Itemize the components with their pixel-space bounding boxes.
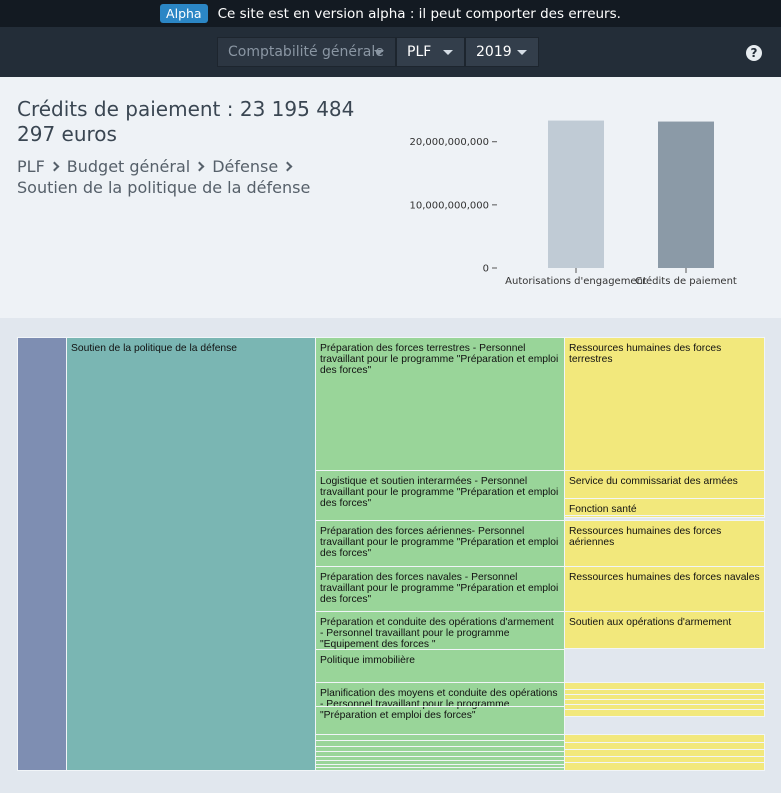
year-select-value: 2019 <box>476 44 512 60</box>
chevron-down-icon <box>517 50 527 55</box>
treemap-action-label: Préparation et conduite des opérations d… <box>320 617 554 650</box>
treemap-action-label: Préparation des forces aériennes- Person… <box>320 526 559 559</box>
treemap-sub-label: Ressources humaines des forces aériennes <box>569 526 722 548</box>
treemap-action-cell[interactable]: Logistique et soutien interarmées - Pers… <box>315 470 565 521</box>
treemap-divider <box>315 764 565 765</box>
treemap-sub-cell[interactable]: Fonction santé <box>564 498 765 516</box>
breadcrumb-item-program: Soutien de la politique de la défense <box>17 178 311 197</box>
treemap-sub-cell[interactable]: Soutien aux opérations d'armement <box>564 611 765 649</box>
treemap-action-cell[interactable]: Préparation des forces navales - Personn… <box>315 566 565 612</box>
chart-bar <box>658 121 714 269</box>
treemap-sub-cell[interactable]: Ressources humaines des forces navales <box>564 566 765 612</box>
treemap-sub-cell[interactable]: Ressources humaines des forces terrestre… <box>564 337 765 471</box>
treemap-divider <box>315 756 565 757</box>
chart-bar <box>548 120 604 268</box>
treemap-sub-cell[interactable] <box>564 515 765 518</box>
treemap-sub-label: Ressources humaines des forces navales <box>569 572 760 583</box>
treemap-action-cell[interactable]: Préparation des forces terrestres - Pers… <box>315 337 565 471</box>
treemap-divider <box>315 740 565 741</box>
treemap-divider <box>564 689 765 690</box>
year-select[interactable]: 2019 <box>465 37 539 67</box>
treemap-sub-cell[interactable]: Ressources humaines des forces aériennes <box>564 520 765 567</box>
treemap-action-cell[interactable]: Préparation des forces aériennes- Person… <box>315 520 565 567</box>
breadcrumb-item-mission[interactable]: Défense <box>212 157 278 176</box>
treemap-sub-label: Service du commissariat des armées <box>569 476 738 487</box>
plf-select-value: PLF <box>407 44 432 60</box>
treemap-sub-label: Ressources humaines des forces terrestre… <box>569 343 722 365</box>
x-tick-label: Crédits de paiement <box>635 275 737 287</box>
chevron-right-icon <box>282 161 293 172</box>
treemap-divider <box>564 762 765 763</box>
treemap-sub-label: Fonction santé <box>569 504 637 515</box>
treemap-divider <box>564 694 765 695</box>
credits-bar-chart: 0 10,000,000,000 20,000,000,000 Autorisatio… <box>409 120 737 287</box>
treemap-divider <box>315 706 565 707</box>
help-icon[interactable]: ? <box>746 45 762 61</box>
y-tick-label: 0 <box>483 264 489 275</box>
breadcrumb: PLF Budget général Défense Soutien de la po… <box>17 156 377 198</box>
accounting-select-value: Comptabilité générale <box>228 44 384 60</box>
treemap-action-label: Préparation des forces navales - Personn… <box>320 572 559 605</box>
chevron-right-icon <box>194 161 205 172</box>
treemap-divider <box>564 704 765 705</box>
chevron-right-icon <box>49 161 60 172</box>
treemap-divider <box>315 767 565 768</box>
treemap-action-cell[interactable]: Préparation et conduite des opérations d… <box>315 611 565 650</box>
treemap-root-cell[interactable] <box>17 337 67 771</box>
treemap-divider <box>315 751 565 752</box>
treemap-divider <box>564 756 765 757</box>
treemap-sub-label: Soutien aux opérations d'armement <box>569 617 732 628</box>
treemap-program-cell[interactable]: Soutien de la politique de la défense <box>66 337 316 771</box>
top-nav: Comptabilité générale PLF 2019 <box>0 27 781 77</box>
budget-treemap: Soutien de la politique de la défense Pr… <box>17 337 765 771</box>
treemap-action-cell[interactable]: Planification des moyens et conduite des… <box>315 682 565 771</box>
treemap-divider <box>564 699 765 700</box>
y-tick-label: 10,000,000,000 <box>409 200 489 211</box>
y-tick-label: 20,000,000,000 <box>409 137 489 148</box>
treemap-program-label: Soutien de la politique de la défense <box>71 343 238 354</box>
accounting-select[interactable]: Comptabilité générale <box>217 37 396 67</box>
alpha-message: Ce site est en version alpha : il peut c… <box>217 5 621 22</box>
treemap-sub-cell[interactable]: Service du commissariat des armées <box>564 470 765 499</box>
breadcrumb-item-budget[interactable]: Budget général <box>67 157 190 176</box>
treemap-action-label: Planification des moyens et conduite des… <box>320 688 558 721</box>
treemap-action-label: Préparation des forces terrestres - Pers… <box>320 343 559 376</box>
treemap-divider <box>564 749 765 750</box>
treemap-divider <box>564 742 765 743</box>
treemap-sub-cell[interactable] <box>564 734 765 771</box>
treemap-divider <box>315 760 565 761</box>
treemap-divider <box>315 734 565 735</box>
treemap-action-label: Logistique et soutien interarmées - Pers… <box>320 476 559 509</box>
breadcrumb-item-plf[interactable]: PLF <box>17 157 45 176</box>
x-tick-label: Autorisations d'engagement <box>505 276 647 287</box>
page-title: Crédits de paiement : 23 195 484 297 eur… <box>17 97 355 146</box>
chevron-down-icon <box>374 50 384 55</box>
treemap-action-label: Politique immobilière <box>320 655 415 666</box>
plf-select[interactable]: PLF <box>396 37 465 67</box>
treemap-action-cell[interactable]: Politique immobilière <box>315 649 565 683</box>
treemap-divider <box>564 709 765 710</box>
treemap-divider <box>315 746 565 747</box>
alpha-banner: Alpha Ce site est en version alpha : il … <box>0 0 781 27</box>
chevron-down-icon <box>443 50 453 55</box>
alpha-badge: Alpha <box>160 4 208 23</box>
